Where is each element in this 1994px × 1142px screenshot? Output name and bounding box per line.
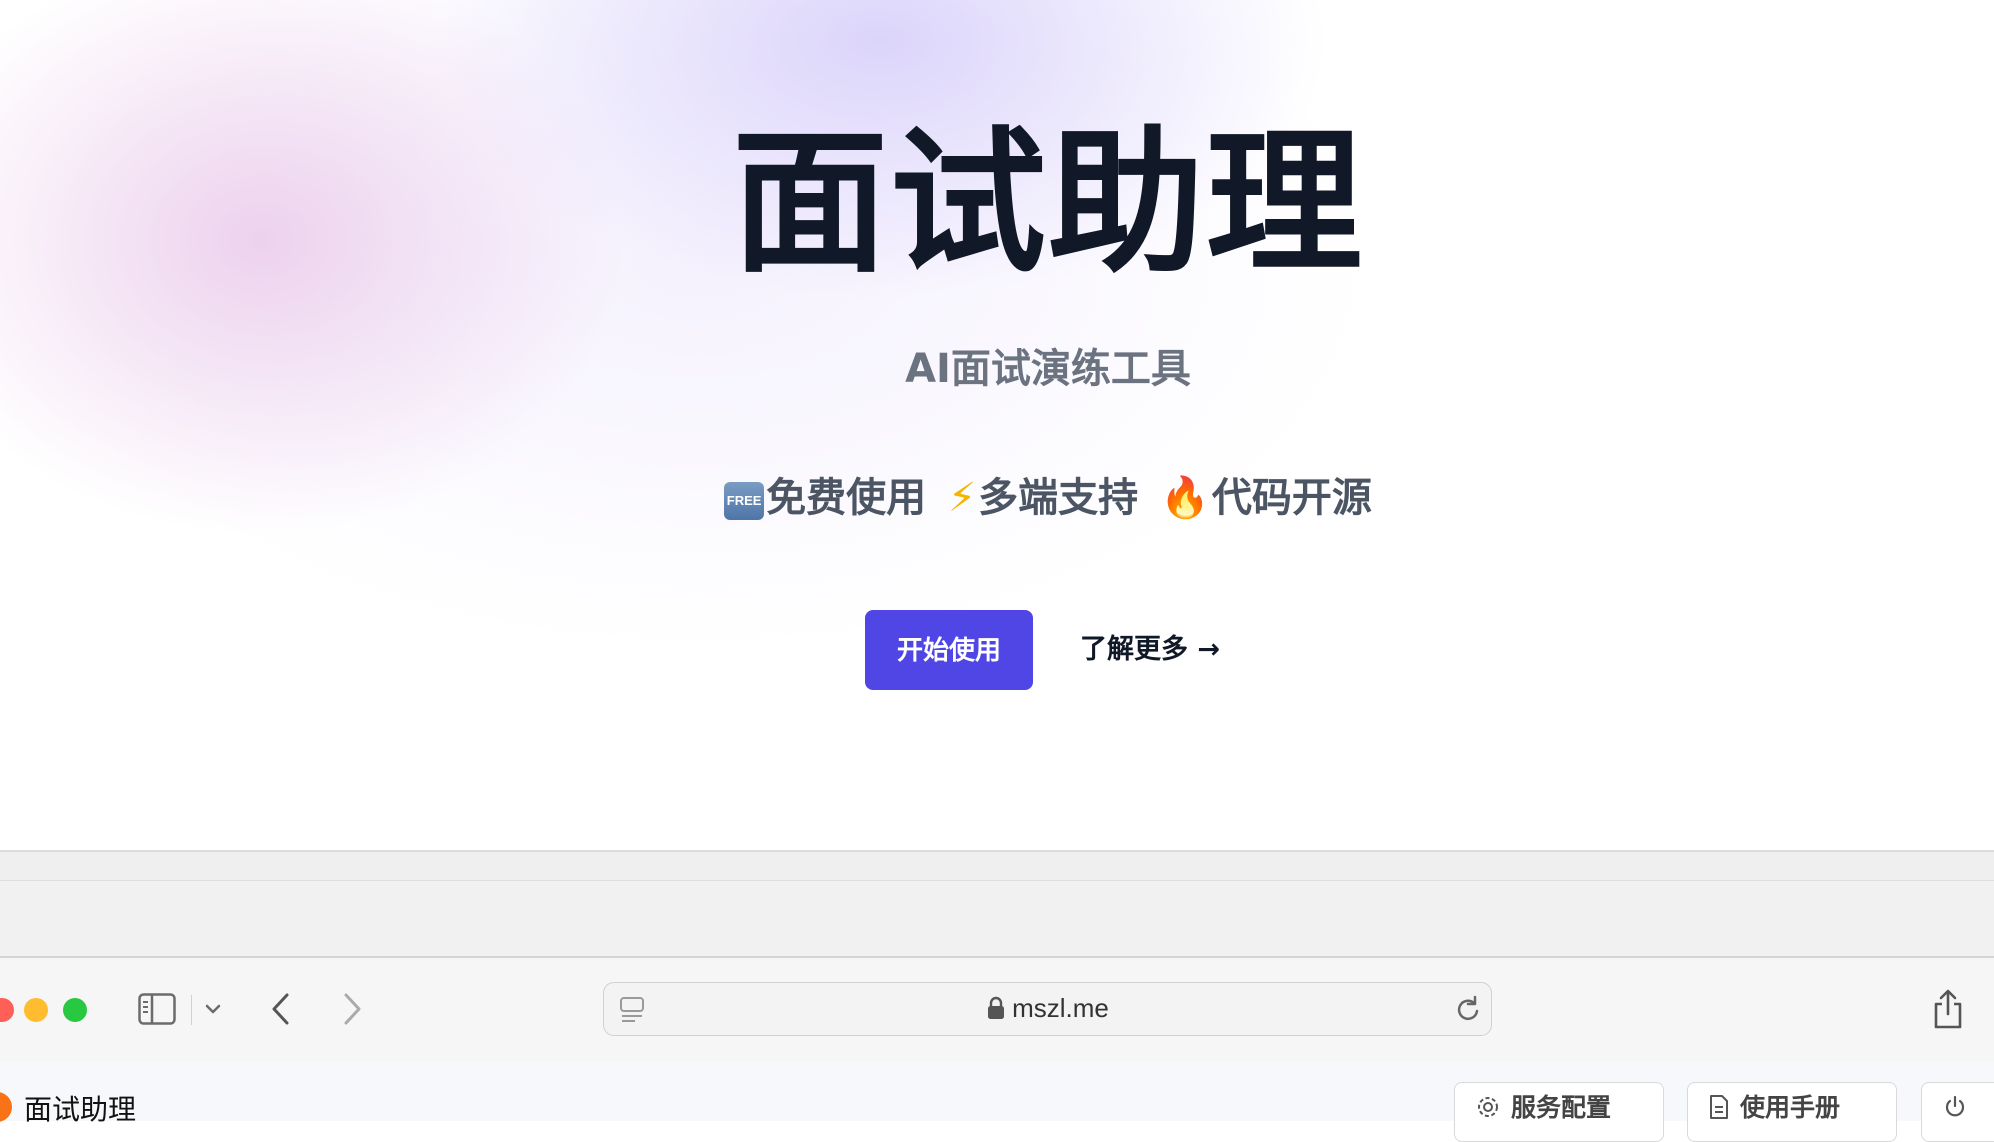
forward-arrow-icon[interactable] xyxy=(339,989,365,1029)
back-arrow-icon[interactable] xyxy=(268,989,294,1029)
hero-section: 面试助理 AI面试演练工具 FREE 免费使用 ⚡多端支持 🔥代码开源 开始使用 … xyxy=(0,0,1994,850)
share-icon[interactable] xyxy=(1930,988,1966,1030)
free-badge-icon: FREE xyxy=(724,482,765,520)
service-config-label: 服务配置 xyxy=(1511,1093,1612,1122)
fire-icon: 🔥 xyxy=(1160,475,1210,521)
power-button[interactable] xyxy=(1921,1082,1994,1142)
app-title: 面试助理 xyxy=(24,1093,137,1126)
hero-title: 面试助理 xyxy=(732,112,1364,294)
service-config-button[interactable]: 服务配置 xyxy=(1454,1082,1664,1142)
window-minimize-button[interactable] xyxy=(24,998,48,1022)
divider xyxy=(191,995,192,1025)
lightning-icon: ⚡ xyxy=(948,475,977,521)
chevron-down-icon[interactable] xyxy=(203,996,223,1022)
get-started-button[interactable]: 开始使用 xyxy=(865,610,1033,690)
power-icon xyxy=(1945,1095,1965,1117)
feature-multiplatform: ⚡多端支持 xyxy=(948,470,1138,526)
feature-opensource-label: 代码开源 xyxy=(1211,475,1372,521)
url-display[interactable]: mszl.me xyxy=(604,983,1491,1037)
hero-subtitle: AI面试演练工具 xyxy=(905,346,1191,392)
feature-free-label: 免费使用 xyxy=(766,475,927,521)
app-header: 面试助理 服务配置 使用手册 xyxy=(0,1062,1994,1142)
browser-tab-strip xyxy=(0,852,1994,958)
document-icon xyxy=(1710,1095,1728,1119)
address-bar[interactable]: mszl.me xyxy=(603,982,1492,1036)
user-manual-label: 使用手册 xyxy=(1740,1093,1841,1122)
user-manual-button[interactable]: 使用手册 xyxy=(1687,1082,1897,1142)
url-text: mszl.me xyxy=(1012,993,1109,1023)
app-logo xyxy=(0,1092,12,1122)
divider xyxy=(0,880,1994,881)
window-zoom-button[interactable] xyxy=(63,998,87,1022)
feature-multiplatform-label: 多端支持 xyxy=(978,475,1139,521)
window-close-button[interactable] xyxy=(0,998,14,1022)
learn-more-link[interactable]: 了解更多 → xyxy=(1080,625,1220,675)
browser-toolbar: mszl.me xyxy=(0,958,1994,1063)
reload-icon[interactable] xyxy=(1454,995,1482,1025)
feature-list: FREE 免费使用 ⚡多端支持 🔥代码开源 xyxy=(0,470,1994,526)
lock-icon xyxy=(986,986,1006,1036)
feature-free: FREE 免费使用 xyxy=(724,470,926,526)
sidebar-toggle-icon[interactable] xyxy=(138,993,176,1025)
feature-opensource: 🔥代码开源 xyxy=(1160,470,1372,526)
gear-icon xyxy=(1478,1097,1498,1117)
